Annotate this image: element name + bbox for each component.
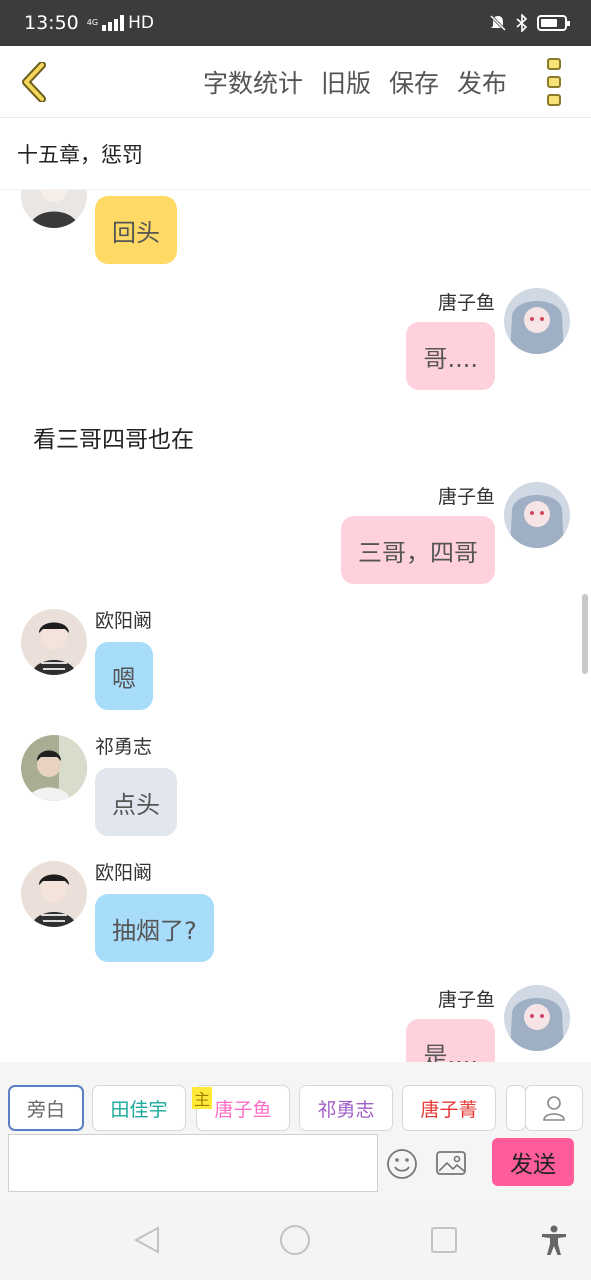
character-chip[interactable]: 田佳宇	[92, 1085, 186, 1131]
emoji-icon	[387, 1149, 417, 1179]
emoji-button[interactable]	[386, 1148, 418, 1180]
word-count-button[interactable]: 字数统计	[203, 64, 303, 100]
chevron-left-icon	[22, 62, 46, 102]
more-dot-icon	[547, 76, 561, 88]
more-dot-icon	[547, 94, 561, 106]
signal-icon	[102, 15, 125, 31]
more-menu-button[interactable]	[547, 58, 567, 106]
image-button[interactable]	[435, 1148, 467, 1178]
more-dot-icon	[547, 58, 561, 70]
avatar[interactable]	[504, 482, 570, 548]
avatar[interactable]	[21, 609, 87, 675]
hd-indicator: HD	[128, 13, 154, 33]
save-button[interactable]: 保存	[389, 64, 439, 100]
manage-characters-button[interactable]	[525, 1085, 583, 1131]
system-nav-bar	[0, 1200, 591, 1280]
bluetooth-icon	[516, 14, 528, 32]
speaker-name: 唐子鱼	[437, 486, 495, 508]
compose-bar: 发送	[0, 1134, 591, 1200]
character-chip[interactable]: 唐子菁	[402, 1085, 496, 1131]
send-button[interactable]: 发送	[492, 1138, 574, 1186]
accessibility-icon[interactable]	[538, 1224, 570, 1256]
message-bubble[interactable]: 三哥，四哥	[341, 516, 495, 584]
network-indicator: 4G HD	[87, 13, 154, 33]
mute-icon	[489, 14, 507, 32]
chapter-title[interactable]: 十五章，惩罚	[0, 118, 591, 190]
avatar[interactable]	[21, 861, 87, 927]
character-chip[interactable]: 祁勇志	[299, 1085, 393, 1131]
speaker-name: 唐子鱼	[437, 989, 495, 1011]
toolbar-actions: 字数统计 旧版 保存 发布	[203, 46, 507, 118]
character-chip-partial[interactable]	[506, 1085, 526, 1131]
status-bar: 13:50 4G HD	[0, 0, 591, 46]
network-type: 4G	[86, 18, 99, 27]
editor-toolbar: 字数统计 旧版 保存 发布	[0, 46, 591, 118]
message-bubble[interactable]: 嗯	[95, 642, 153, 710]
speaker-name: 欧阳阚	[95, 610, 153, 632]
message-bubble[interactable]: 是....	[406, 1019, 495, 1062]
avatar[interactable]	[21, 190, 87, 228]
speaker-name: 唐子鱼	[437, 292, 495, 314]
image-icon	[436, 1151, 466, 1175]
message-bubble[interactable]: 抽烟了?	[95, 894, 214, 962]
publish-button[interactable]: 发布	[457, 64, 507, 100]
scrollbar[interactable]	[582, 594, 588, 674]
message-bubble[interactable]: 回头	[95, 196, 177, 264]
avatar[interactable]	[504, 288, 570, 354]
message-bubble[interactable]: 哥....	[406, 322, 495, 390]
avatar[interactable]	[21, 735, 87, 801]
nav-home-icon[interactable]	[279, 1224, 311, 1256]
chat-list[interactable]: 回头 唐子鱼 哥.... 看三哥四哥也在 唐子鱼 三哥，四哥 欧阳阚 嗯 祁勇志…	[0, 190, 591, 1062]
nav-recents-icon[interactable]	[428, 1224, 460, 1256]
narration-text[interactable]: 看三哥四哥也在	[33, 420, 194, 454]
message-input[interactable]	[8, 1134, 378, 1192]
speaker-name: 欧阳阚	[95, 862, 153, 884]
main-character-badge: 主	[192, 1087, 212, 1109]
character-selector: 旁白 田佳宇 唐子鱼 主 祁勇志 唐子菁	[0, 1062, 591, 1134]
back-button[interactable]	[14, 60, 54, 104]
old-version-button[interactable]: 旧版	[321, 64, 371, 100]
status-time: 13:50	[24, 12, 79, 34]
message-bubble[interactable]: 点头	[95, 768, 177, 836]
nav-back-icon[interactable]	[132, 1224, 164, 1256]
avatar[interactable]	[504, 985, 570, 1051]
narration-chip[interactable]: 旁白	[8, 1085, 84, 1131]
person-icon	[543, 1096, 565, 1121]
battery-icon	[537, 15, 570, 31]
speaker-name: 祁勇志	[95, 736, 153, 758]
